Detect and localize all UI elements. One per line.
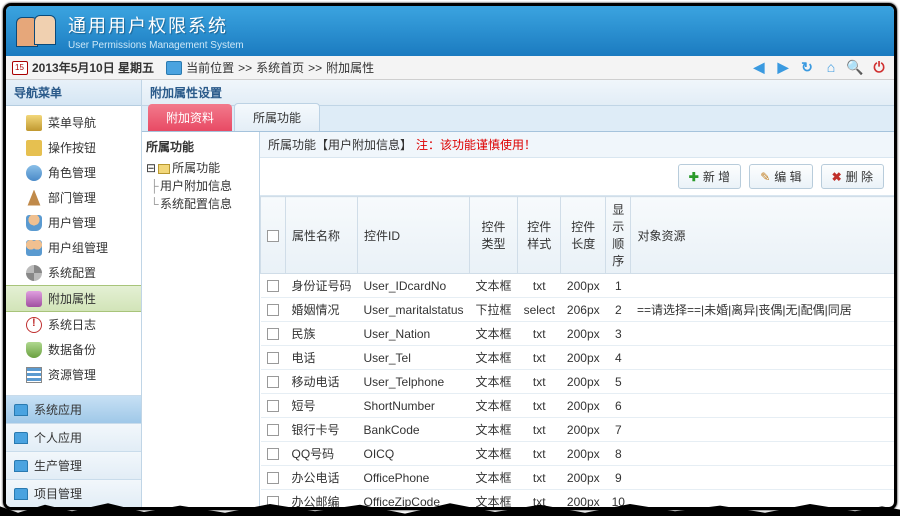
calendar-icon <box>12 61 28 75</box>
monitor-icon <box>166 61 182 75</box>
table-row[interactable]: 办公电话OfficePhone文本框txt200px9 <box>261 466 895 490</box>
breadcrumb-current: 附加属性 <box>326 59 374 76</box>
nav-icon <box>26 140 42 156</box>
table-row[interactable]: 民族User_Nation文本框txt200px3 <box>261 322 895 346</box>
section-icon <box>14 432 28 444</box>
sidebar-item-6[interactable]: 系统配置 <box>6 260 141 285</box>
tab-owner-func[interactable]: 所属功能 <box>234 103 320 131</box>
nav-icon <box>26 291 42 307</box>
tree-node-sys-config[interactable]: 系统配置信息 <box>146 195 255 213</box>
table-row[interactable]: 身份证号码User_IDcardNo文本框txt200px1 <box>261 274 895 298</box>
sidebar: 导航菜单 菜单导航操作按钮角色管理部门管理用户管理用户组管理系统配置附加属性系统… <box>6 80 142 507</box>
app-title: 通用用户权限系统 <box>68 12 244 38</box>
nav-icon <box>26 115 42 131</box>
app-logo <box>16 13 58 49</box>
pencil-icon: ✎ <box>760 170 770 184</box>
sidebar-section-1[interactable]: 个人应用 <box>6 423 141 451</box>
home-icon[interactable]: ⌂ <box>822 58 840 76</box>
info-band: 所属功能【用户附加信息】 注：该功能谨慎使用！ <box>260 132 894 158</box>
loc-label: 当前位置 <box>186 59 234 76</box>
sidebar-item-3[interactable]: 部门管理 <box>6 185 141 210</box>
table-row[interactable]: 银行卡号BankCode文本框txt200px7 <box>261 418 895 442</box>
sidebar-item-4[interactable]: 用户管理 <box>6 210 141 235</box>
sidebar-item-2[interactable]: 角色管理 <box>6 160 141 185</box>
select-all-checkbox[interactable] <box>267 230 279 242</box>
edit-button[interactable]: ✎编 辑 <box>749 164 812 189</box>
sidebar-item-9[interactable]: 数据备份 <box>6 337 141 362</box>
tree-node-user-extra[interactable]: 用户附加信息 <box>146 177 255 195</box>
tree-root[interactable]: ⊟所属功能 <box>146 159 255 177</box>
row-checkbox[interactable] <box>267 352 279 364</box>
nav-back-icon[interactable]: ◀ <box>750 58 768 76</box>
power-icon[interactable]: ⏻ <box>870 58 888 76</box>
section-icon <box>14 488 28 500</box>
table-row[interactable]: 办公邮编OfficeZipCode文本框txt200px10 <box>261 490 895 508</box>
nav-icon <box>26 367 42 383</box>
col-header[interactable]: 控件长度 <box>561 197 606 274</box>
delete-button[interactable]: ✖删 除 <box>821 164 884 189</box>
col-header[interactable]: 对象资源 <box>631 197 894 274</box>
sidebar-section-2[interactable]: 生产管理 <box>6 451 141 479</box>
add-button[interactable]: ✚新 增 <box>678 164 741 189</box>
row-checkbox[interactable] <box>267 472 279 484</box>
nav-header: 导航菜单 <box>6 80 141 106</box>
col-header[interactable]: 显示顺序 <box>606 197 631 274</box>
nav-icon <box>26 240 42 256</box>
row-checkbox[interactable] <box>267 400 279 412</box>
function-tree: 所属功能 ⊟所属功能 用户附加信息 系统配置信息 <box>142 132 260 507</box>
nav-icon <box>26 265 42 281</box>
row-checkbox[interactable] <box>267 376 279 388</box>
tab-extra-info[interactable]: 附加资料 <box>148 104 232 131</box>
breadcrumb-home[interactable]: 系统首页 <box>256 59 304 76</box>
table-row[interactable]: QQ号码OICQ文本框txt200px8 <box>261 442 895 466</box>
table-row[interactable]: 移动电话User_Telphone文本框txt200px5 <box>261 370 895 394</box>
sidebar-item-10[interactable]: 资源管理 <box>6 362 141 387</box>
row-checkbox[interactable] <box>267 496 279 507</box>
sidebar-section-0[interactable]: 系统应用 <box>6 395 141 423</box>
col-header[interactable]: 属性名称 <box>286 197 358 274</box>
section-icon <box>14 460 28 472</box>
row-checkbox[interactable] <box>267 280 279 292</box>
sidebar-item-5[interactable]: 用户组管理 <box>6 235 141 260</box>
tab-bar: 附加资料 所属功能 <box>142 106 894 132</box>
plus-icon: ✚ <box>689 170 699 184</box>
nav-forward-icon[interactable]: ▶ <box>774 58 792 76</box>
refresh-icon[interactable]: ↻ <box>798 58 816 76</box>
table-row[interactable]: 电话User_Tel文本框txt200px4 <box>261 346 895 370</box>
nav-icon <box>26 317 42 333</box>
warning-text: 注：该功能谨慎使用！ <box>416 136 536 153</box>
sidebar-section-3[interactable]: 项目管理 <box>6 479 141 507</box>
nav-icon <box>26 190 42 206</box>
attributes-grid: 属性名称控件ID控件类型控件样式控件长度显示顺序对象资源 身份证号码User_I… <box>260 196 894 507</box>
table-row[interactable]: 短号ShortNumber文本框txt200px6 <box>261 394 895 418</box>
delete-icon: ✖ <box>832 170 842 184</box>
nav-icon <box>26 215 42 231</box>
app-subtitle: User Permissions Management System <box>68 40 244 51</box>
row-checkbox[interactable] <box>267 448 279 460</box>
table-row[interactable]: 婚姻情况User_maritalstatus下拉框select206px2==请… <box>261 298 895 322</box>
location-bar: 2013年5月10日 星期五 当前位置 >> 系统首页 >> 附加属性 ◀ ▶ … <box>6 56 894 80</box>
sidebar-item-1[interactable]: 操作按钮 <box>6 135 141 160</box>
col-header[interactable]: 控件类型 <box>470 197 518 274</box>
app-header: 通用用户权限系统 User Permissions Management Sys… <box>6 6 894 56</box>
sidebar-item-7[interactable]: 附加属性 <box>6 285 141 312</box>
row-checkbox[interactable] <box>267 328 279 340</box>
search-icon[interactable]: 🔍 <box>846 58 864 76</box>
nav-icon <box>26 165 42 181</box>
current-date: 2013年5月10日 星期五 <box>32 59 154 76</box>
sidebar-item-8[interactable]: 系统日志 <box>6 312 141 337</box>
section-icon <box>14 404 28 416</box>
row-checkbox[interactable] <box>267 424 279 436</box>
col-header[interactable]: 控件样式 <box>518 197 561 274</box>
row-checkbox[interactable] <box>267 304 279 316</box>
sidebar-item-0[interactable]: 菜单导航 <box>6 110 141 135</box>
col-header[interactable]: 控件ID <box>358 197 470 274</box>
nav-icon <box>26 342 42 358</box>
